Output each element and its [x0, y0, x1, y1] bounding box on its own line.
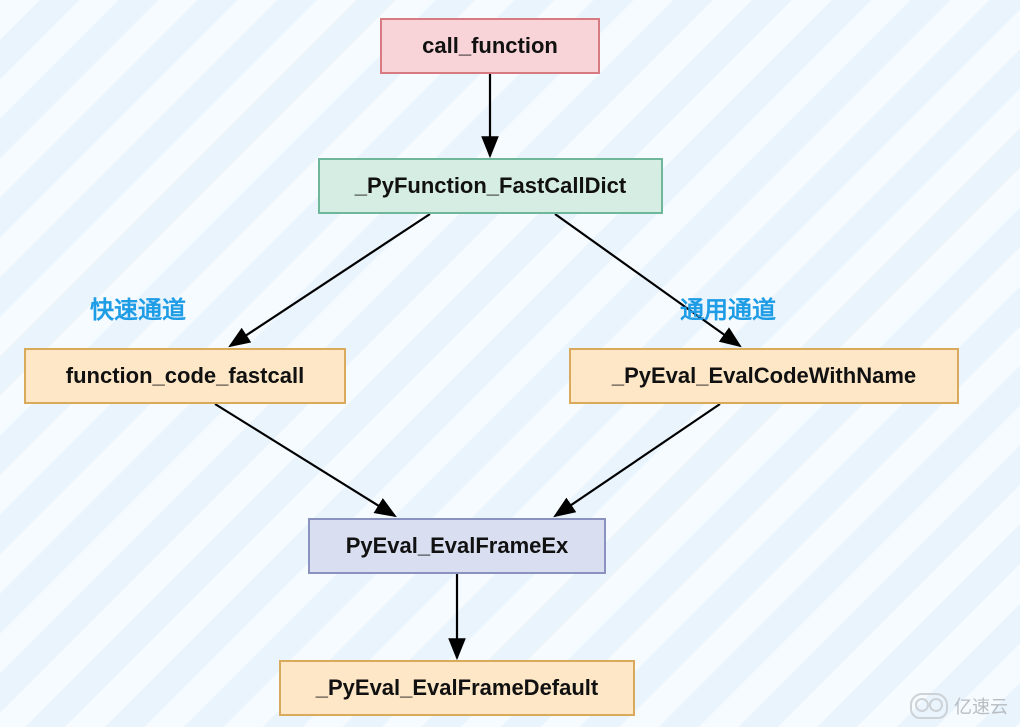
- arrow-fastcall-to-evalframeex: [215, 404, 395, 516]
- watermark-text: 亿速云: [954, 693, 1008, 719]
- arrow-evalcodewithname-to-evalframeex: [555, 404, 720, 516]
- watermark: 亿速云: [910, 693, 1008, 719]
- node-label: _PyEval_EvalCodeWithName: [612, 363, 916, 389]
- node-label: PyEval_EvalFrameEx: [346, 533, 569, 559]
- arrow-fastcalldict-to-fastcall: [230, 214, 430, 346]
- node-pyeval-evalcodewithname: _PyEval_EvalCodeWithName: [569, 348, 959, 404]
- label-text: 通用通道: [680, 297, 776, 324]
- node-label: call_function: [422, 33, 558, 59]
- node-function-code-fastcall: function_code_fastcall: [24, 348, 346, 404]
- cloud-icon: [910, 693, 948, 719]
- node-label: _PyFunction_FastCallDict: [355, 173, 626, 199]
- label-general-path: 通用通道: [680, 290, 776, 325]
- node-pyeval-evalframeex: PyEval_EvalFrameEx: [308, 518, 606, 574]
- label-fast-path: 快速通道: [90, 290, 186, 325]
- node-pyeval-evalframedefault: _PyEval_EvalFrameDefault: [279, 660, 635, 716]
- arrow-fastcalldict-to-evalcodewithname: [555, 214, 740, 346]
- node-call-function: call_function: [380, 18, 600, 74]
- label-text: 快速通道: [90, 297, 186, 324]
- node-pyfunction-fastcalldict: _PyFunction_FastCallDict: [318, 158, 663, 214]
- node-label: function_code_fastcall: [66, 363, 304, 389]
- node-label: _PyEval_EvalFrameDefault: [316, 675, 599, 701]
- diagram-canvas: call_function _PyFunction_FastCallDict f…: [0, 0, 1020, 727]
